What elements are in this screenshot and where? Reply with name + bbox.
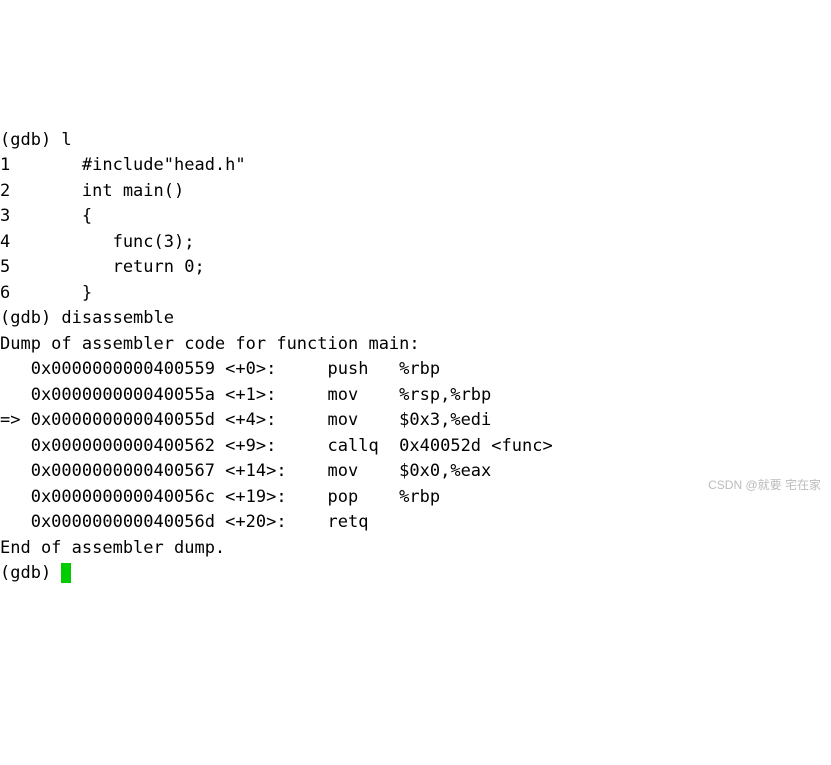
dump-header: Dump of assembler code for function main…: [0, 334, 420, 354]
gdb-prompt-disassemble: (gdb) disassemble: [0, 308, 174, 328]
asm-line-current: => 0x000000000040055d <+4>: mov $0x3,%ed…: [0, 410, 491, 430]
source-line-4: 4 func(3);: [0, 232, 194, 252]
asm-line-4: 0x0000000000400562 <+9>: callq 0x40052d …: [0, 436, 553, 456]
source-line-3: 3 {: [0, 206, 92, 226]
source-line-1: 1 #include"head.h": [0, 155, 246, 175]
dump-end: End of assembler dump.: [0, 538, 225, 558]
source-line-5: 5 return 0;: [0, 257, 205, 277]
asm-line-1: 0x0000000000400559 <+0>: push %rbp: [0, 359, 440, 379]
asm-line-6: 0x000000000040056c <+19>: pop %rbp: [0, 487, 440, 507]
asm-line-2: 0x000000000040055a <+1>: mov %rsp,%rbp: [0, 385, 491, 405]
terminal-cursor: [61, 563, 71, 583]
watermark-text: CSDN @就要 宅在家: [708, 476, 821, 494]
source-line-6: 6 }: [0, 283, 92, 303]
source-line-2: 2 int main(): [0, 181, 184, 201]
asm-line-5: 0x0000000000400567 <+14>: mov $0x0,%eax: [0, 461, 491, 481]
gdb-prompt-list: (gdb) l: [0, 130, 72, 150]
asm-line-7: 0x000000000040056d <+20>: retq: [0, 512, 368, 532]
gdb-terminal[interactable]: (gdb) l 1 #include"head.h" 2 int main() …: [0, 102, 831, 587]
gdb-prompt-ready: (gdb): [0, 563, 61, 583]
